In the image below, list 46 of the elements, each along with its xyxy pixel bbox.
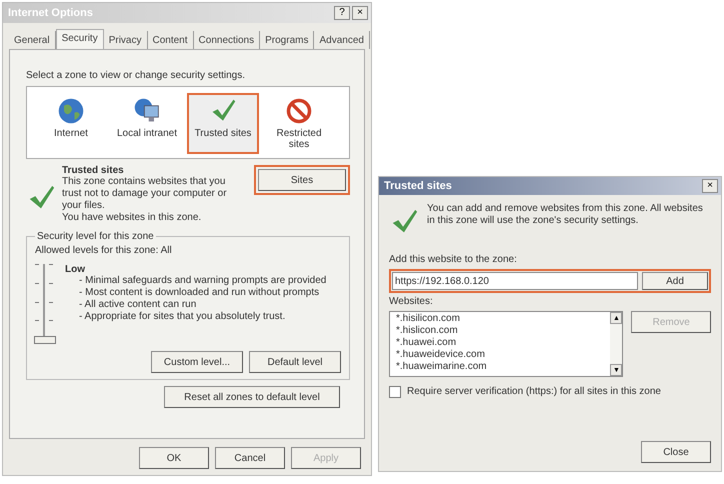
- zone-label: Trusted sites: [194, 128, 252, 139]
- close-dialog-button[interactable]: Close: [641, 441, 711, 463]
- help-button[interactable]: ?: [334, 6, 350, 20]
- zone-label: Local intranet: [116, 128, 178, 139]
- no-entry-icon: [285, 97, 313, 125]
- level-name: Low: [65, 264, 86, 275]
- website-item[interactable]: *.hisilicon.com: [396, 313, 604, 325]
- dialog-button[interactable]: OK: [139, 447, 209, 469]
- sites-button[interactable]: Sites: [258, 169, 346, 191]
- zone-title: Trusted sites: [62, 165, 125, 176]
- zone-label: Internet: [54, 128, 88, 139]
- zone-item[interactable]: Internet: [35, 93, 107, 154]
- website-item[interactable]: *.huaweidevice.com: [396, 349, 604, 361]
- slider-thumb[interactable]: [34, 336, 56, 344]
- zone-label: Restricted sites: [275, 128, 322, 150]
- website-item[interactable]: *.huawei.com: [396, 337, 604, 349]
- globe-icon: [57, 97, 85, 125]
- tab[interactable]: Security: [56, 29, 104, 49]
- add-button[interactable]: Add: [642, 272, 708, 290]
- level-detail: - Minimal safeguards and warning prompts are provided: [78, 275, 326, 287]
- zone-item[interactable]: Trusted sites: [187, 93, 259, 154]
- level-button[interactable]: Default level: [249, 351, 341, 373]
- close-button[interactable]: ×: [352, 6, 368, 20]
- allowed-levels-text: Allowed levels for this zone: All: [35, 245, 173, 257]
- level-detail: - Most content is downloaded and run without prompts: [78, 287, 320, 299]
- website-item[interactable]: *.hislicon.com: [396, 325, 604, 337]
- website-item[interactable]: *.huaweimarine.com: [396, 361, 604, 373]
- level-detail: - All active content can run: [78, 299, 198, 311]
- zone-item[interactable]: Restricted sites: [263, 93, 335, 154]
- level-button[interactable]: Custom level...: [151, 351, 243, 373]
- field-label: Add this website to the zone:: [389, 254, 518, 266]
- zone-prompt: Select a zone to view or change security settings.: [26, 70, 246, 82]
- checkbox[interactable]: [389, 386, 401, 398]
- group-legend: Security level for this zone: [35, 231, 156, 242]
- website-input-field[interactable]: https://192.168.0.120: [392, 272, 638, 290]
- list-label: Websites:: [389, 296, 434, 308]
- reset-button[interactable]: Reset all zones to default level: [164, 386, 340, 408]
- zone-item[interactable]: Local intranet: [111, 93, 183, 154]
- zone-description: This zone contains websites that you trust not to damage your computer or your files.: [62, 176, 228, 212]
- info-message: You can add and remove websites from this zone. All websites in this zone will use the zone's security settings.: [427, 203, 704, 228]
- level-detail: - Appropriate for sites that you absolutely trust.: [78, 311, 286, 323]
- zone-note: You have websites in this zone.: [62, 212, 202, 224]
- close-button[interactable]: ×: [702, 179, 718, 193]
- dialog-button[interactable]: Cancel: [215, 447, 285, 469]
- window-title: Trusted sites: [384, 180, 452, 192]
- checkbox-label: Require server verification (https:) for all sites in this zone: [407, 386, 661, 398]
